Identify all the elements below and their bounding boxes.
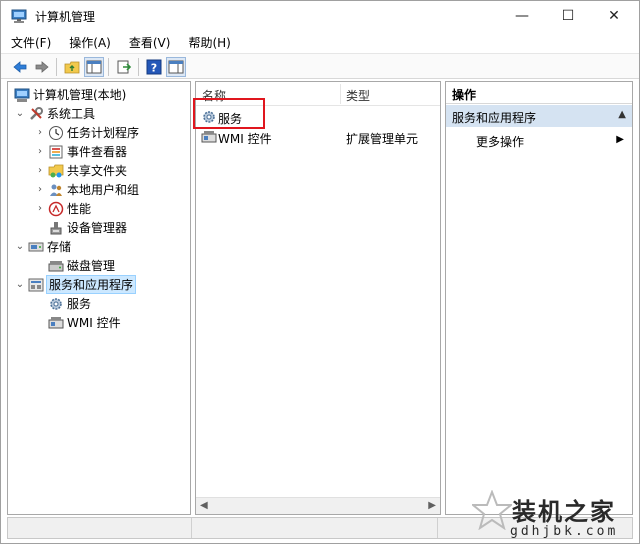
chevron-right-icon[interactable]: › — [34, 184, 46, 195]
tree-item-task-scheduler[interactable]: › 任务计划程序 — [34, 123, 139, 142]
svg-text:?: ? — [151, 62, 157, 75]
tree-item-event-viewer[interactable]: › 事件查看器 — [34, 142, 127, 161]
console-tree-icon[interactable] — [84, 57, 104, 77]
computer-management-icon — [14, 87, 30, 103]
tree-item-storage[interactable]: ⌄ 存储 — [14, 237, 71, 256]
users-icon — [48, 182, 64, 198]
list-item-wmi[interactable]: WMI 控件 扩展管理单元 — [196, 127, 440, 147]
chevron-right-icon[interactable]: › — [34, 127, 46, 138]
horizontal-scrollbar[interactable]: ◀ ▶ — [196, 497, 440, 514]
watermark-text: 装机之家 — [512, 497, 616, 526]
tree-item-root[interactable]: 计算机管理(本地) — [12, 85, 126, 104]
chevron-down-icon[interactable]: ⌄ — [14, 241, 26, 252]
menu-action[interactable]: 操作(A) — [67, 32, 113, 53]
tree-item-shared-folders[interactable]: › 共享文件夹 — [34, 161, 127, 180]
scroll-right-icon[interactable]: ▶ — [428, 500, 436, 511]
collapse-up-icon[interactable]: ▲ — [618, 109, 626, 120]
title-bar: 计算机管理 — ☐ ✕ — [1, 1, 639, 31]
maximize-button[interactable]: ☐ — [545, 1, 591, 31]
services-apps-icon — [28, 277, 44, 293]
window-title: 计算机管理 — [35, 10, 96, 24]
back-arrow-icon[interactable] — [11, 58, 29, 76]
actions-section-services-apps[interactable]: 服务和应用程序 ▲ — [446, 105, 632, 127]
results-list-pane: 名称 类型 服务 WMI 控件 扩展管理单元 ◀ ▶ — [193, 81, 441, 515]
performance-icon — [48, 201, 64, 217]
chevron-right-icon[interactable]: › — [34, 165, 46, 176]
more-actions-link[interactable]: 更多操作 — [476, 133, 524, 150]
forward-arrow-icon[interactable] — [33, 58, 51, 76]
menu-bar: 文件(F) 操作(A) 查看(V) 帮助(H) — [1, 31, 639, 53]
wmi-icon — [201, 129, 217, 145]
column-header-type[interactable]: 类型 — [346, 87, 370, 104]
tools-icon — [28, 106, 44, 122]
tree-item-wmi[interactable]: WMI 控件 — [46, 313, 121, 332]
tree-item-local-users[interactable]: › 本地用户和组 — [34, 180, 139, 199]
tree-item-disk-management[interactable]: 磁盘管理 — [46, 256, 115, 275]
tree-item-device-manager[interactable]: 设备管理器 — [46, 218, 127, 237]
menu-file[interactable]: 文件(F) — [9, 32, 53, 53]
tree-item-services-apps[interactable]: ⌄ 服务和应用程序 — [14, 275, 137, 294]
highlight-annotation-box — [193, 98, 265, 129]
chevron-right-icon[interactable]: › — [34, 203, 46, 214]
chevron-right-icon[interactable]: › — [34, 146, 46, 157]
tree-item-performance[interactable]: › 性能 — [34, 199, 91, 218]
help-icon[interactable]: ? — [145, 58, 163, 76]
star-logo-icon — [472, 490, 512, 530]
close-button[interactable]: ✕ — [591, 1, 637, 31]
event-viewer-icon — [48, 144, 64, 160]
properties-icon[interactable] — [166, 57, 186, 77]
minimize-button[interactable]: — — [499, 1, 545, 31]
wmi-icon — [48, 315, 64, 331]
actions-header: 操作 — [446, 82, 632, 104]
storage-icon — [28, 239, 44, 255]
disk-icon — [48, 258, 64, 274]
watermark: 装机之家 gdhjbk.com — [470, 486, 640, 542]
chevron-down-icon[interactable]: ⌄ — [14, 108, 26, 119]
toolbar: ? — [1, 53, 639, 79]
watermark-url: gdhjbk.com — [510, 524, 619, 539]
menu-help[interactable]: 帮助(H) — [186, 32, 232, 53]
computer-management-icon — [11, 8, 27, 24]
export-icon[interactable] — [115, 58, 133, 76]
shared-folder-icon — [48, 163, 64, 179]
device-manager-icon — [48, 220, 64, 236]
chevron-down-icon[interactable]: ⌄ — [14, 279, 26, 290]
menu-view[interactable]: 查看(V) — [127, 32, 173, 53]
folder-up-icon[interactable] — [63, 58, 81, 76]
chevron-right-icon[interactable]: ▶ — [616, 134, 624, 145]
console-tree-pane: 计算机管理(本地) ⌄ 系统工具 › 任务计划程序 › 事件查看器 › 共享文件… — [7, 81, 191, 515]
clock-icon — [48, 125, 64, 141]
computer-management-window: 计算机管理 — ☐ ✕ 文件(F) 操作(A) 查看(V) 帮助(H) ? 计算… — [0, 0, 640, 544]
tree-item-system-tools[interactable]: ⌄ 系统工具 — [14, 104, 95, 123]
gear-icon — [48, 296, 64, 312]
actions-pane: 操作 服务和应用程序 ▲ 更多操作 ▶ — [445, 81, 633, 515]
tree-item-services[interactable]: 服务 — [46, 294, 91, 313]
scroll-left-icon[interactable]: ◀ — [200, 500, 208, 511]
